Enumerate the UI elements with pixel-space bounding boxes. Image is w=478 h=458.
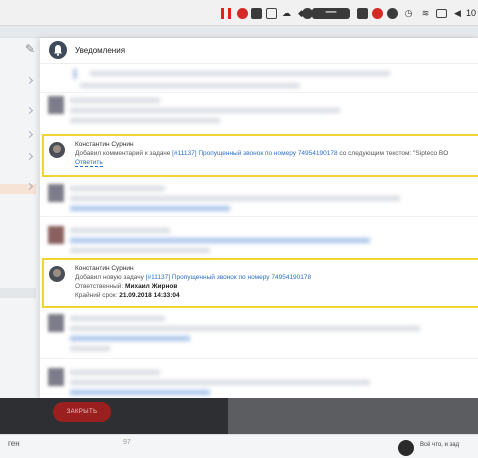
clock-icon[interactable]: ◷ — [403, 8, 414, 19]
close-button[interactable]: ЗАКРЫТЬ — [53, 402, 111, 422]
notification-action: Добавил комментарий к задаче — [75, 150, 171, 157]
notifications-panel: Уведомления Константин Сурнин Добавил ко… — [40, 38, 478, 398]
notification-author: Константин Сурнин — [75, 265, 134, 272]
sidebar-row[interactable] — [0, 106, 36, 118]
sync-icon[interactable] — [387, 8, 398, 19]
sidebar-row[interactable] — [0, 130, 36, 142]
chevron-right-icon — [25, 152, 34, 161]
bottom-left-text: ген — [8, 439, 20, 448]
window-icon[interactable] — [266, 8, 277, 19]
menubar-time: 10 — [465, 8, 476, 18]
status-pill[interactable]: ━━━ — [312, 8, 350, 19]
compose-icon[interactable]: ✎ — [25, 42, 35, 56]
notification-icon[interactable] — [372, 8, 383, 19]
blurred-text — [70, 326, 420, 331]
responsible-label: Ответственный: — [75, 283, 124, 290]
notification-item[interactable]: Константин Сурнин Добавил комментарий к … — [42, 134, 478, 177]
panel-title: Уведомления — [75, 46, 126, 55]
pause-icon[interactable] — [221, 8, 231, 19]
blurred-text — [70, 370, 160, 375]
task-link[interactable]: [#11137] Пропущенный звонок по номеру 74… — [172, 150, 337, 157]
chevron-right-icon — [25, 182, 34, 191]
bottom-count: 97 — [123, 439, 131, 446]
blurred-link — [70, 238, 370, 243]
chat-preview[interactable]: Всё что, и зад — [398, 438, 478, 458]
notification-item[interactable]: Константин Сурнин Добавил новую задачу [… — [42, 258, 478, 308]
reply-link[interactable]: Ответить — [75, 159, 103, 167]
divider — [40, 358, 478, 359]
record-icon[interactable] — [237, 8, 248, 19]
blurred-avatar — [48, 368, 64, 386]
blurred-text — [80, 83, 300, 88]
blurred-text — [70, 346, 110, 351]
avatar — [49, 142, 65, 158]
bell-icon — [49, 41, 67, 59]
chat-avatar — [398, 440, 414, 456]
notification-suffix: со следующим текстом: "Sipteco BO — [339, 150, 449, 157]
notification-author: Константин Сурнин — [75, 141, 134, 148]
panel-header: Уведомления — [40, 38, 478, 64]
blurred-avatar — [48, 184, 64, 202]
blurred-avatar — [48, 314, 64, 332]
deadline-line: Крайний срок: 21.09.2018 14:33:04 — [75, 292, 180, 299]
sidebar-row-active[interactable] — [0, 182, 36, 194]
blurred-text — [70, 316, 165, 321]
blurred-text — [70, 248, 210, 253]
app-toolbar — [0, 26, 478, 38]
blurred-text — [70, 108, 340, 113]
wifi-icon[interactable]: ≋ — [420, 8, 431, 19]
sidebar-row[interactable] — [0, 76, 36, 88]
blurred-text — [70, 228, 170, 233]
blurred-text — [70, 380, 370, 385]
blurred-text — [70, 98, 160, 103]
footer-right-area — [228, 398, 478, 434]
blurred-avatar — [48, 96, 64, 114]
blurred-marker — [74, 69, 76, 79]
blurred-link — [70, 336, 190, 341]
sidebar-row[interactable] — [0, 152, 36, 164]
menu-bar: ☁ ◆ ━━━ ◷ ≋ ◀ 10 — [0, 0, 478, 26]
chat-preview-text: Всё что, и зад — [420, 442, 460, 448]
task-link[interactable]: [#11137] Пропущенный звонок по номеру 74… — [146, 274, 311, 281]
blurred-text — [70, 196, 400, 201]
deadline-value: 21.09.2018 14:33:04 — [119, 292, 180, 299]
dropbox-icon[interactable] — [357, 8, 368, 19]
chevron-right-icon — [25, 130, 34, 139]
volume-icon[interactable]: ◀ — [452, 8, 463, 19]
airplay-icon[interactable] — [436, 9, 447, 18]
chevron-right-icon — [25, 106, 34, 115]
notification-action: Добавил новую задачу — [75, 274, 144, 281]
blurred-text — [90, 71, 390, 76]
blurred-text — [70, 186, 165, 191]
notification-text: Добавил комментарий к задаче [#11137] Пр… — [75, 150, 448, 157]
app-sidebar — [0, 38, 40, 398]
blurred-link — [70, 390, 210, 395]
cloud-icon[interactable]: ☁ — [281, 8, 292, 19]
chevron-right-icon — [25, 76, 34, 85]
notification-text: Добавил новую задачу [#11137] Пропущенны… — [75, 274, 311, 281]
divider — [40, 216, 478, 217]
responsible-line: Ответственный: Михаил Жирнов — [75, 283, 177, 290]
app-icon[interactable] — [251, 8, 262, 19]
responsible-name: Михаил Жирнов — [125, 283, 178, 290]
sidebar-row[interactable] — [0, 288, 36, 298]
blurred-avatar — [48, 226, 64, 244]
divider — [40, 92, 478, 93]
deadline-label: Крайний срок: — [75, 292, 118, 299]
blurred-text — [70, 118, 220, 123]
avatar — [49, 266, 65, 282]
blurred-link — [70, 206, 230, 211]
